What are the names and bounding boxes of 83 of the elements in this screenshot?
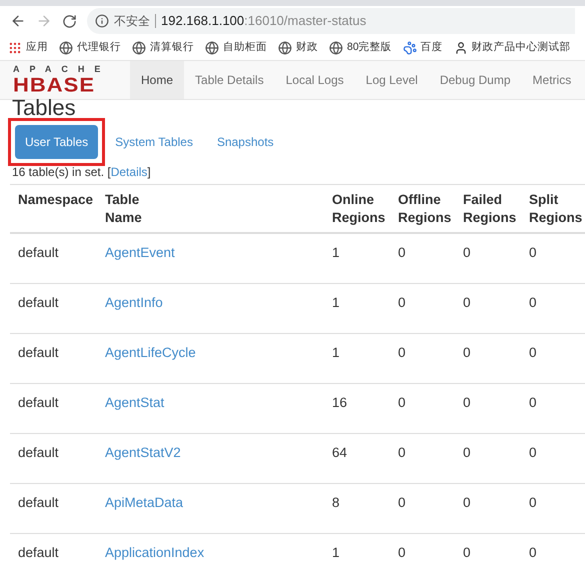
column-header: Offline Regions (397, 191, 452, 227)
table-cell: default (18, 395, 59, 410)
back-button[interactable] (10, 13, 26, 29)
table-link[interactable]: AgentEvent (105, 245, 175, 260)
bookmark[interactable]: 自助柜面 (205, 40, 267, 56)
hbase-logo[interactable]: APACHE HBASE (0, 61, 130, 99)
table-link[interactable]: AgentStat (105, 395, 164, 410)
table-cell: 0 (529, 545, 537, 560)
table-cell: 0 (398, 395, 406, 410)
table-cell: 0 (529, 295, 537, 310)
table-cell: 0 (463, 295, 471, 310)
bookmark[interactable]: 百度 (402, 40, 443, 56)
table-link[interactable]: AgentLifeCycle (105, 345, 196, 360)
bookmark[interactable]: 应用 (8, 40, 48, 56)
table-link[interactable]: ApiMetaData (105, 495, 184, 510)
bookmark[interactable]: 财政产品中心测试部 (454, 40, 571, 56)
table-cell: 0 (463, 445, 471, 460)
table-cell: default (18, 445, 59, 460)
table-cell: 1 (332, 545, 340, 560)
table-cell: 0 (463, 345, 471, 360)
nav-link[interactable]: Debug Dump (428, 61, 522, 99)
table-cell: 0 (529, 445, 537, 460)
column-header: Table Name (104, 191, 143, 227)
table-cell: 0 (463, 245, 471, 260)
tab[interactable]: Snapshots (206, 125, 284, 159)
table-cell: default (18, 295, 59, 310)
globe-icon (278, 41, 292, 55)
table-cell: 0 (398, 245, 406, 260)
table-cell: 0 (463, 495, 471, 510)
table-count: 16 table(s) in set. [Details] (12, 164, 152, 180)
table-cell: 16 (332, 395, 348, 410)
security-label: 不安全 (114, 13, 150, 30)
page-heading: Tables (12, 96, 77, 120)
nav-link[interactable]: Local Logs (274, 61, 355, 99)
table-cell: 0 (398, 345, 406, 360)
bookmark[interactable]: 80完整版 (329, 40, 392, 56)
table-link[interactable]: ApplicationIndex (105, 545, 204, 560)
reload-button[interactable] (62, 14, 77, 28)
table-cell: 0 (529, 345, 537, 360)
details-link[interactable]: Details (110, 165, 148, 179)
nav-link[interactable]: Log Level (354, 61, 429, 99)
table-cell: 0 (398, 445, 406, 460)
address-bar[interactable]: 不安全 192.168.1.100:16010/master-status (87, 8, 575, 34)
table-cell: default (18, 245, 59, 260)
bookmark[interactable]: 清算银行 (132, 40, 194, 56)
table-cell: 0 (463, 545, 471, 560)
column-header: Split Regions (528, 191, 581, 227)
table-cell: 0 (463, 395, 471, 410)
bookmark[interactable]: 代理银行 (59, 40, 121, 56)
bookmark[interactable]: 财政 (278, 40, 318, 56)
globe-icon (132, 41, 146, 55)
table-cell: 0 (398, 295, 406, 310)
tab[interactable]: User Tables (15, 125, 98, 159)
globe-icon (329, 41, 343, 55)
table-cell: 0 (529, 395, 537, 410)
table-cell: 0 (398, 495, 406, 510)
column-header: Online Regions (331, 191, 386, 227)
table-cell: 1 (332, 295, 340, 310)
table-cell: 8 (332, 495, 340, 510)
table-link[interactable]: AgentStatV2 (105, 445, 181, 460)
nav-link[interactable]: Home (130, 61, 184, 99)
globe-icon (59, 41, 73, 55)
nav-link[interactable]: Metrics (522, 61, 582, 99)
table-cell: 0 (529, 245, 537, 260)
table-cell: 0 (398, 545, 406, 560)
table-cell: 1 (332, 345, 340, 360)
column-header: Failed Regions (462, 191, 518, 227)
apps-icon (8, 41, 22, 55)
table-cell: default (18, 345, 59, 360)
person-icon (454, 41, 468, 55)
url-text: 192.168.1.100:16010/master-status (161, 12, 366, 30)
table-cell: default (18, 495, 59, 510)
nav-link[interactable]: Table Details (184, 61, 275, 99)
table-cell: 64 (332, 445, 348, 460)
table-cell: default (18, 545, 59, 560)
tab[interactable]: System Tables (105, 125, 203, 159)
table-cell: 0 (529, 495, 537, 510)
paw-icon (402, 41, 417, 55)
column-header: Namespace (17, 191, 94, 209)
table-link[interactable]: AgentInfo (105, 295, 163, 310)
table-cell: 1 (332, 245, 340, 260)
globe-icon (205, 41, 219, 55)
info-icon (95, 14, 109, 28)
